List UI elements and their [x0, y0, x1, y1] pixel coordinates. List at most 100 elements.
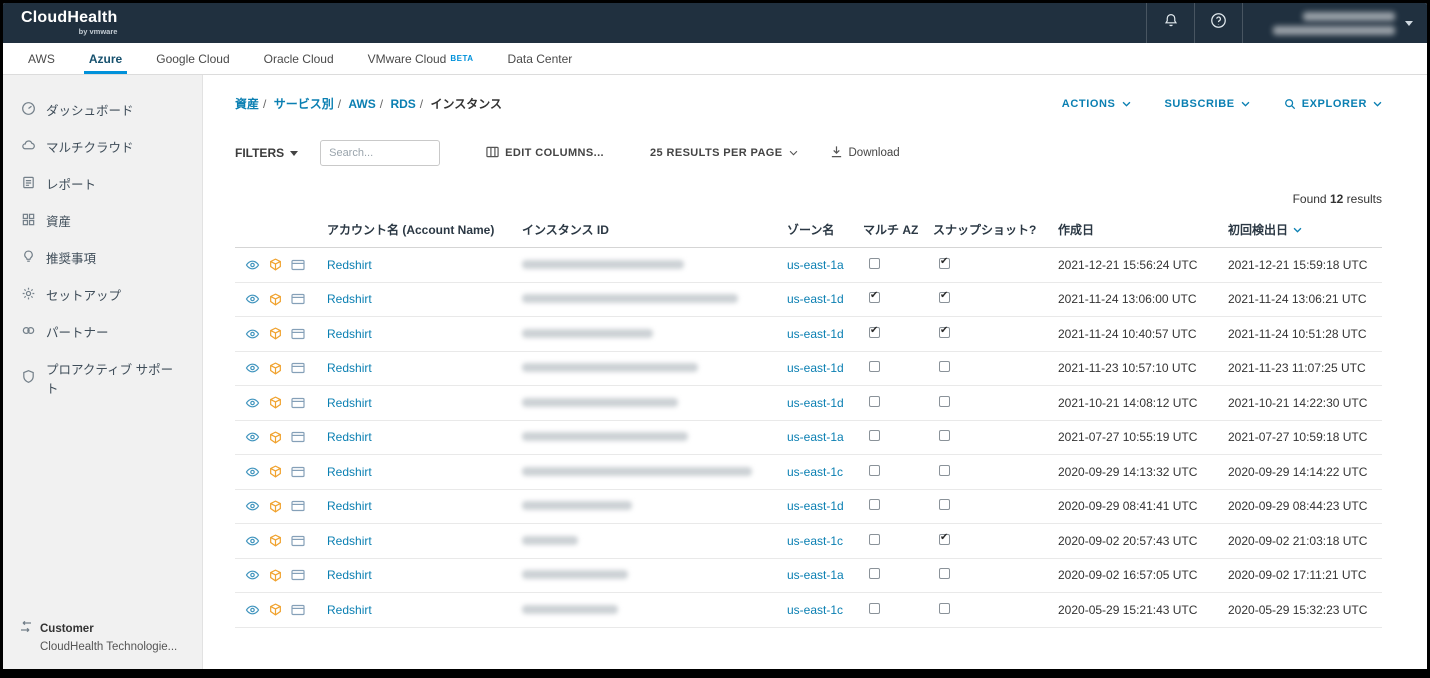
tab-azure[interactable]: Azure: [72, 43, 139, 74]
account-link[interactable]: Redshirt: [327, 327, 372, 341]
instance-id-redacted: [522, 604, 618, 614]
tab-aws[interactable]: AWS: [11, 43, 72, 74]
card-icon[interactable]: [291, 569, 305, 581]
zone-link[interactable]: us-east-1a: [787, 258, 844, 272]
breadcrumb-by-service[interactable]: サービス別: [274, 97, 334, 111]
results-per-page-dropdown[interactable]: 25 RESULTS PER PAGE: [650, 147, 798, 159]
perspective-cube-icon[interactable]: [269, 258, 282, 271]
card-icon[interactable]: [291, 466, 305, 478]
eye-icon[interactable]: [245, 604, 260, 616]
breadcrumb-assets[interactable]: 資産: [235, 97, 259, 111]
account-link[interactable]: Redshirt: [327, 430, 372, 444]
sidebar-item-partner[interactable]: パートナー: [3, 313, 202, 350]
explorer-dropdown[interactable]: EXPLORER: [1284, 98, 1382, 110]
tab-google-cloud[interactable]: Google Cloud: [139, 43, 246, 74]
tab-vmware-cloud[interactable]: VMware Cloud BETA: [351, 43, 491, 74]
sidebar-item-recommendations[interactable]: 推奨事項: [3, 239, 202, 276]
header-multi-az[interactable]: マルチ AZ: [863, 221, 933, 238]
zone-link[interactable]: us-east-1d: [787, 327, 844, 341]
perspective-cube-icon[interactable]: [269, 431, 282, 444]
perspective-cube-icon[interactable]: [269, 396, 282, 409]
zone-link[interactable]: us-east-1d: [787, 396, 844, 410]
main-content: 資産 / サービス別 / AWS / RDS / インスタンス ACTIONS SUBS…: [203, 75, 1427, 669]
zone-link[interactable]: us-east-1c: [787, 534, 843, 548]
multi-az-checkbox: [869, 290, 880, 304]
sidebar-item-reports[interactable]: レポート: [3, 165, 202, 202]
header-snapshot[interactable]: スナップショット?: [933, 221, 1058, 238]
header-instance-id[interactable]: インスタンス ID: [522, 221, 787, 238]
card-icon[interactable]: [291, 362, 305, 374]
zone-link[interactable]: us-east-1d: [787, 499, 844, 513]
zone-link[interactable]: us-east-1d: [787, 361, 844, 375]
multi-az-checkbox: [869, 499, 880, 511]
eye-icon[interactable]: [245, 431, 260, 443]
card-icon[interactable]: [291, 431, 305, 443]
card-icon[interactable]: [291, 535, 305, 547]
card-icon[interactable]: [291, 397, 305, 409]
card-icon[interactable]: [291, 500, 305, 512]
zone-link[interactable]: us-east-1d: [787, 292, 844, 306]
download-button[interactable]: Download: [830, 145, 900, 161]
eye-icon[interactable]: [245, 500, 260, 512]
search-input[interactable]: [320, 140, 441, 166]
header-created-date[interactable]: 作成日: [1058, 221, 1228, 238]
chevron-down-icon: [1405, 20, 1413, 26]
actions-dropdown[interactable]: ACTIONS: [1062, 98, 1131, 110]
account-link[interactable]: Redshirt: [327, 258, 372, 272]
header-account-name[interactable]: アカウント名 (Account Name): [327, 221, 522, 238]
account-link[interactable]: Redshirt: [327, 465, 372, 479]
perspective-cube-icon[interactable]: [269, 327, 282, 340]
edit-columns-button[interactable]: EDIT COLUMNS...: [486, 146, 604, 161]
eye-icon[interactable]: [245, 362, 260, 374]
account-link[interactable]: Redshirt: [327, 534, 372, 548]
customer-switcher[interactable]: Customer: [19, 620, 186, 636]
perspective-cube-icon[interactable]: [269, 569, 282, 582]
account-link[interactable]: Redshirt: [327, 568, 372, 582]
sidebar-item-assets[interactable]: 資産: [3, 202, 202, 239]
zone-link[interactable]: us-east-1a: [787, 430, 844, 444]
breadcrumb-aws[interactable]: AWS: [348, 97, 375, 111]
perspective-cube-icon[interactable]: [269, 465, 282, 478]
perspective-cube-icon[interactable]: [269, 603, 282, 616]
tab-oracle-cloud[interactable]: Oracle Cloud: [247, 43, 351, 74]
perspective-cube-icon[interactable]: [269, 293, 282, 306]
eye-icon[interactable]: [245, 259, 260, 271]
filters-button[interactable]: FILTERS: [235, 146, 299, 160]
card-icon[interactable]: [291, 604, 305, 616]
account-link[interactable]: Redshirt: [327, 292, 372, 306]
account-link[interactable]: Redshirt: [327, 499, 372, 513]
subscribe-dropdown[interactable]: SUBSCRIBE: [1165, 98, 1250, 110]
table-row: Redshirt us-east-1d 2020-09-29 08:41:41 …: [235, 490, 1382, 524]
perspective-cube-icon[interactable]: [269, 362, 282, 375]
account-link[interactable]: Redshirt: [327, 603, 372, 617]
sidebar-item-dashboard[interactable]: ダッシュボード: [3, 91, 202, 128]
zone-link[interactable]: us-east-1c: [787, 465, 843, 479]
card-icon[interactable]: [291, 293, 305, 305]
zone-link[interactable]: us-east-1c: [787, 603, 843, 617]
perspective-cube-icon[interactable]: [269, 500, 282, 513]
user-menu[interactable]: [1242, 3, 1427, 43]
eye-icon[interactable]: [245, 535, 260, 547]
eye-icon[interactable]: [245, 466, 260, 478]
tab-data-center[interactable]: Data Center: [491, 43, 590, 74]
sidebar-item-proactive-support[interactable]: プロアクティブ サポート: [3, 350, 202, 406]
card-icon[interactable]: [291, 328, 305, 340]
sidebar-item-setup[interactable]: セットアップ: [3, 276, 202, 313]
multi-az-checkbox: [869, 430, 880, 442]
account-link[interactable]: Redshirt: [327, 361, 372, 375]
breadcrumb-rds[interactable]: RDS: [390, 97, 415, 111]
header-zone-name[interactable]: ゾーン名: [787, 221, 863, 238]
card-icon[interactable]: [291, 259, 305, 271]
header-first-discovered[interactable]: 初回検出日: [1228, 221, 1388, 238]
help-button[interactable]: [1194, 3, 1242, 43]
sidebar-item-multicloud[interactable]: マルチクラウド: [3, 128, 202, 165]
cloudhealth-logo[interactable]: CloudHealth by vmware: [21, 10, 117, 36]
zone-link[interactable]: us-east-1a: [787, 568, 844, 582]
eye-icon[interactable]: [245, 397, 260, 409]
eye-icon[interactable]: [245, 569, 260, 581]
notifications-button[interactable]: [1146, 3, 1194, 43]
eye-icon[interactable]: [245, 293, 260, 305]
eye-icon[interactable]: [245, 328, 260, 340]
account-link[interactable]: Redshirt: [327, 396, 372, 410]
perspective-cube-icon[interactable]: [269, 534, 282, 547]
